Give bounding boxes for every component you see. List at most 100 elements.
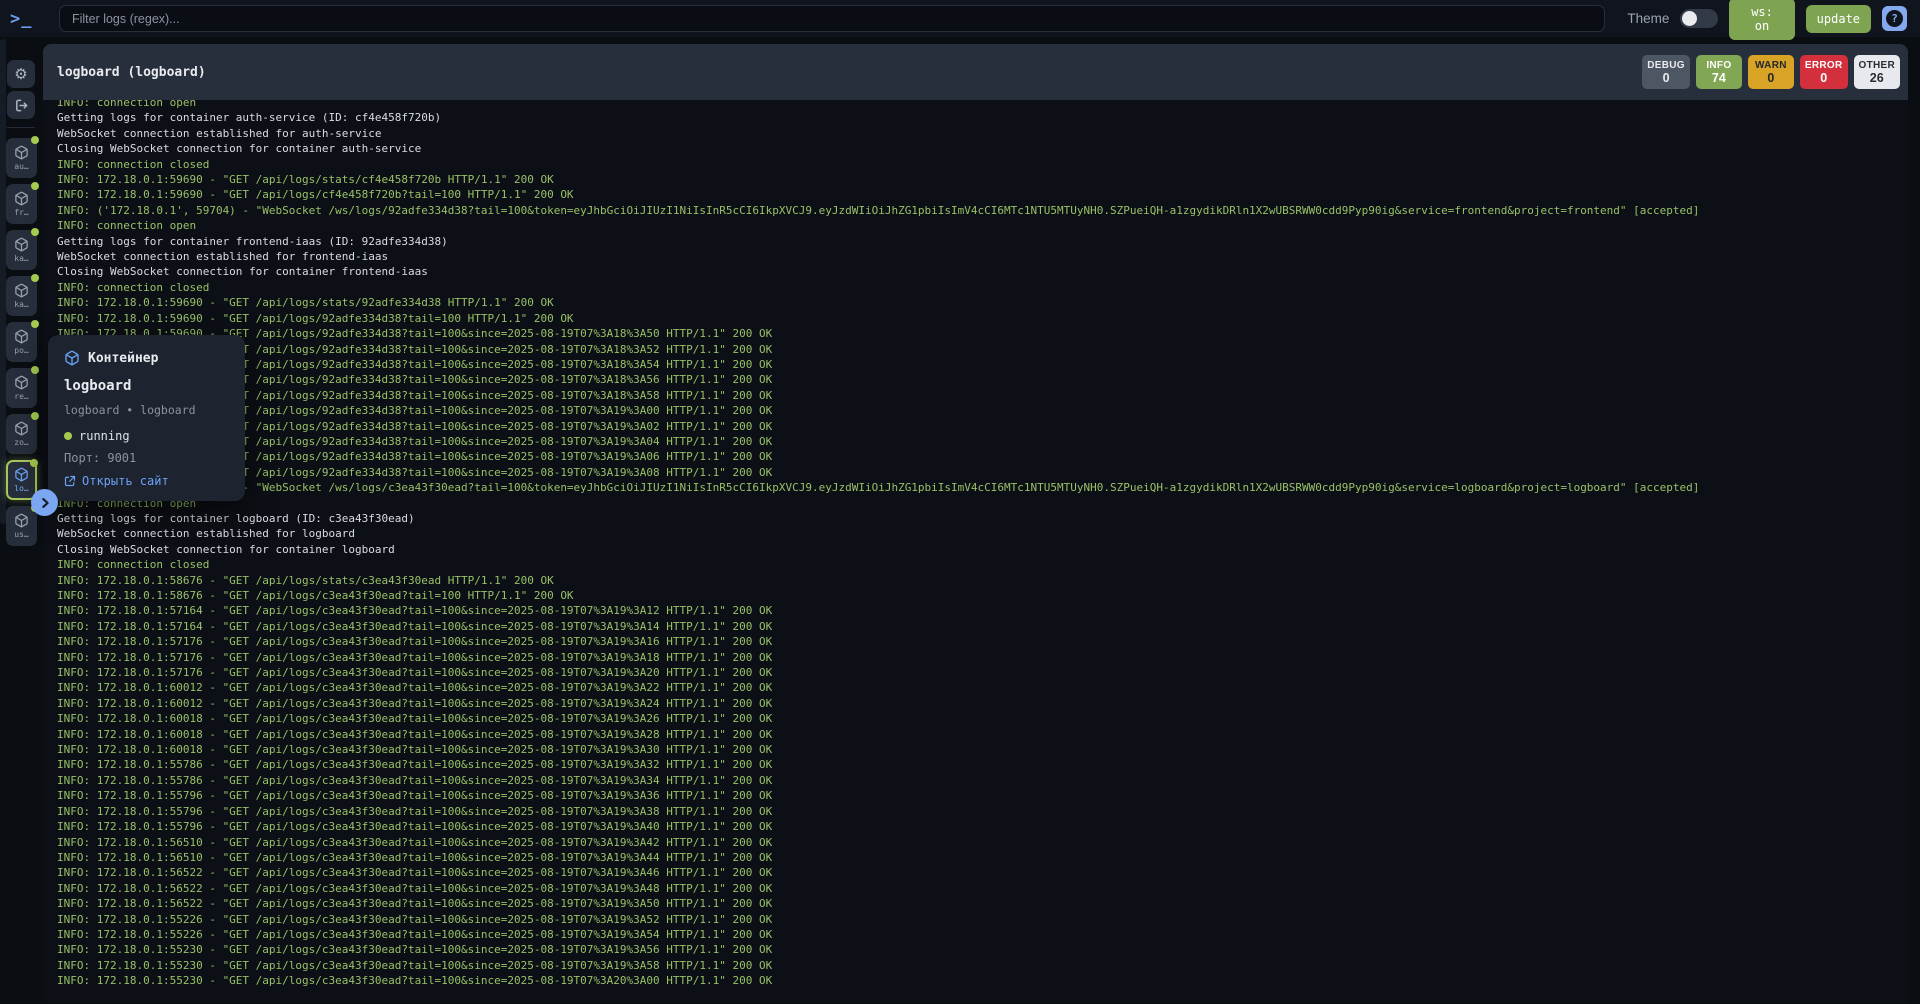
sidebar-container-item[interactable]: us… <box>6 506 37 546</box>
log-line: WebSocket connection established for log… <box>57 526 1908 541</box>
log-line: INFO: connection closed <box>57 557 1908 572</box>
container-label: re… <box>14 392 28 401</box>
log-line: Closing WebSocket connection for contain… <box>57 542 1908 557</box>
log-line: INFO: 172.18.0.1:56522 - "GET /api/logs/… <box>57 865 1908 880</box>
panel-title: logboard (logboard) <box>57 65 206 80</box>
log-line: INFO: 172.18.0.1:59690 - "GET /api/logs/… <box>57 449 1908 464</box>
help-button[interactable]: ? <box>1882 6 1907 31</box>
update-button[interactable]: update <box>1806 5 1871 33</box>
container-label: lo… <box>14 484 28 493</box>
container-cube-icon <box>14 191 29 206</box>
log-line: INFO: 172.18.0.1:59690 - "GET /api/logs/… <box>57 465 1908 480</box>
app-logo-icon: >_ <box>10 9 48 29</box>
log-line: INFO: 172.18.0.1:55226 - "GET /api/logs/… <box>57 927 1908 942</box>
sidebar-container-item[interactable]: re… <box>6 368 37 408</box>
ws-toggle-button[interactable]: ws: on <box>1729 0 1794 40</box>
log-line: Getting logs for container frontend-iaas… <box>57 234 1908 249</box>
container-cube-icon <box>14 421 29 436</box>
log-line: INFO: 172.18.0.1:59690 - "GET /api/logs/… <box>57 172 1908 187</box>
log-line: INFO: 172.18.0.1:55226 - "GET /api/logs/… <box>57 912 1908 927</box>
badge-label: ERROR <box>1805 60 1843 71</box>
log-line: INFO: 172.18.0.1:59690 - "GET /api/logs/… <box>57 419 1908 434</box>
sidebar-container-item[interactable]: ka… <box>6 276 37 316</box>
running-status-dot <box>64 432 72 440</box>
badge-count: 0 <box>1767 71 1774 85</box>
tooltip-port: Порт: 9001 <box>64 451 229 465</box>
log-line: INFO: connection open <box>57 100 1908 110</box>
open-site-link[interactable]: Открыть сайт <box>64 474 229 488</box>
sidebar-container-item[interactable]: zo… <box>6 414 37 454</box>
log-line: INFO: 172.18.0.1:55786 - "GET /api/logs/… <box>57 757 1908 772</box>
theme-toggle[interactable] <box>1680 9 1718 28</box>
log-line: INFO: 172.18.0.1:59690 - "GET /api/logs/… <box>57 388 1908 403</box>
log-line: Getting logs for container logboard (ID:… <box>57 511 1908 526</box>
log-line: INFO: ('172.18.0.1', 59704) - "WebSocket… <box>57 203 1908 218</box>
log-line: INFO: 172.18.0.1:55786 - "GET /api/logs/… <box>57 773 1908 788</box>
log-lines: INFO: connection open Getting logs for c… <box>57 100 1908 989</box>
log-output[interactable]: INFO: connection open Getting logs for c… <box>43 100 1908 1004</box>
chevron-right-icon <box>38 496 52 510</box>
log-line: INFO: 172.18.0.1:56522 - "GET /api/logs/… <box>57 881 1908 896</box>
open-site-label: Открыть сайт <box>82 474 169 488</box>
log-line: INFO: 172.18.0.1:58676 - "GET /api/logs/… <box>57 573 1908 588</box>
container-cube-icon <box>14 283 29 298</box>
container-cube-icon <box>14 513 29 528</box>
log-line: Closing WebSocket connection for contain… <box>57 141 1908 156</box>
external-link-icon <box>64 475 76 487</box>
log-level-badge: INFO 74 <box>1696 55 1742 89</box>
badge-count: 0 <box>1663 71 1670 85</box>
log-level-badge: DEBUG 0 <box>1642 55 1690 89</box>
sidebar-container-item[interactable]: ka… <box>6 230 37 270</box>
log-line: INFO: 172.18.0.1:60018 - "GET /api/logs/… <box>57 742 1908 757</box>
log-line: INFO: 172.18.0.1:60012 - "GET /api/logs/… <box>57 696 1908 711</box>
container-tooltip: Контейнер logboard logboard • logboard r… <box>48 335 245 501</box>
log-line: INFO: 172.18.0.1:59690 - "GET /api/logs/… <box>57 295 1908 310</box>
log-line: INFO: 172.18.0.1:55230 - "GET /api/logs/… <box>57 958 1908 973</box>
tooltip-subtitle: logboard • logboard <box>64 403 229 417</box>
log-line: INFO: 172.18.0.1:59690 - "GET /api/logs/… <box>57 342 1908 357</box>
question-icon: ? <box>1886 10 1903 27</box>
sidebar-container-item[interactable]: fr… <box>6 184 37 224</box>
log-line: INFO: connection closed <box>57 280 1908 295</box>
container-label: ka… <box>14 300 28 309</box>
container-cube-icon <box>64 350 80 366</box>
container-label: fr… <box>14 208 28 217</box>
log-panel: logboard (logboard) DEBUG 0 INFO 74 WARN… <box>43 44 1908 1004</box>
log-line: INFO: 172.18.0.1:55796 - "GET /api/logs/… <box>57 819 1908 834</box>
log-line: INFO: 172.18.0.1:57176 - "GET /api/logs/… <box>57 650 1908 665</box>
log-line: INFO: 172.18.0.1:59690 - "GET /api/logs/… <box>57 372 1908 387</box>
badge-label: DEBUG <box>1647 60 1685 71</box>
sidebar: ⚙ au… <box>0 37 43 1004</box>
log-line: WebSocket connection established for aut… <box>57 126 1908 141</box>
settings-button[interactable]: ⚙ <box>7 60 35 88</box>
tooltip-container-name: logboard <box>64 378 229 394</box>
theme-toggle-knob <box>1682 11 1697 26</box>
badge-label: INFO <box>1706 60 1731 71</box>
sidebar-container-item[interactable]: po… <box>6 322 37 362</box>
log-line: INFO: 172.18.0.1:56510 - "GET /api/logs/… <box>57 850 1908 865</box>
log-line: INFO: 172.18.0.1:57176 - "GET /api/logs/… <box>57 665 1908 680</box>
theme-label: Theme <box>1627 11 1669 26</box>
logout-button[interactable] <box>7 91 35 119</box>
log-line: INFO: 172.18.0.1:55796 - "GET /api/logs/… <box>57 804 1908 819</box>
expand-sidebar-button[interactable] <box>31 489 58 516</box>
status-dot <box>31 228 39 236</box>
top-bar: >_ Theme ws: on update ? <box>0 0 1920 37</box>
container-cube-icon <box>14 145 29 160</box>
log-line: INFO: 172.18.0.1:60018 - "GET /api/logs/… <box>57 727 1908 742</box>
gear-icon: ⚙ <box>14 65 27 83</box>
container-label: zo… <box>14 438 28 447</box>
filter-input[interactable] <box>59 5 1605 32</box>
log-line: INFO: 172.18.0.1:57176 - "GET /api/logs/… <box>57 634 1908 649</box>
log-line: INFO: 172.18.0.1:60012 - "GET /api/logs/… <box>57 680 1908 695</box>
log-line: INFO: 172.18.0.1:55230 - "GET /api/logs/… <box>57 973 1908 988</box>
log-line: INFO: 172.18.0.1:59690 - "GET /api/logs/… <box>57 403 1908 418</box>
log-line: INFO: 172.18.0.1:59690 - "GET /api/logs/… <box>57 434 1908 449</box>
log-line: INFO: 172.18.0.1:59690 - "GET /api/logs/… <box>57 357 1908 372</box>
sidebar-container-item[interactable]: au… <box>6 138 37 178</box>
container-label: ka… <box>14 254 28 263</box>
status-dot <box>31 274 39 282</box>
tooltip-status: running <box>64 429 229 443</box>
log-level-badges: DEBUG 0 INFO 74 WARN 0 ERROR 0 <box>1642 55 1900 89</box>
sidebar-container-list: au… fr… ka… <box>6 138 37 546</box>
